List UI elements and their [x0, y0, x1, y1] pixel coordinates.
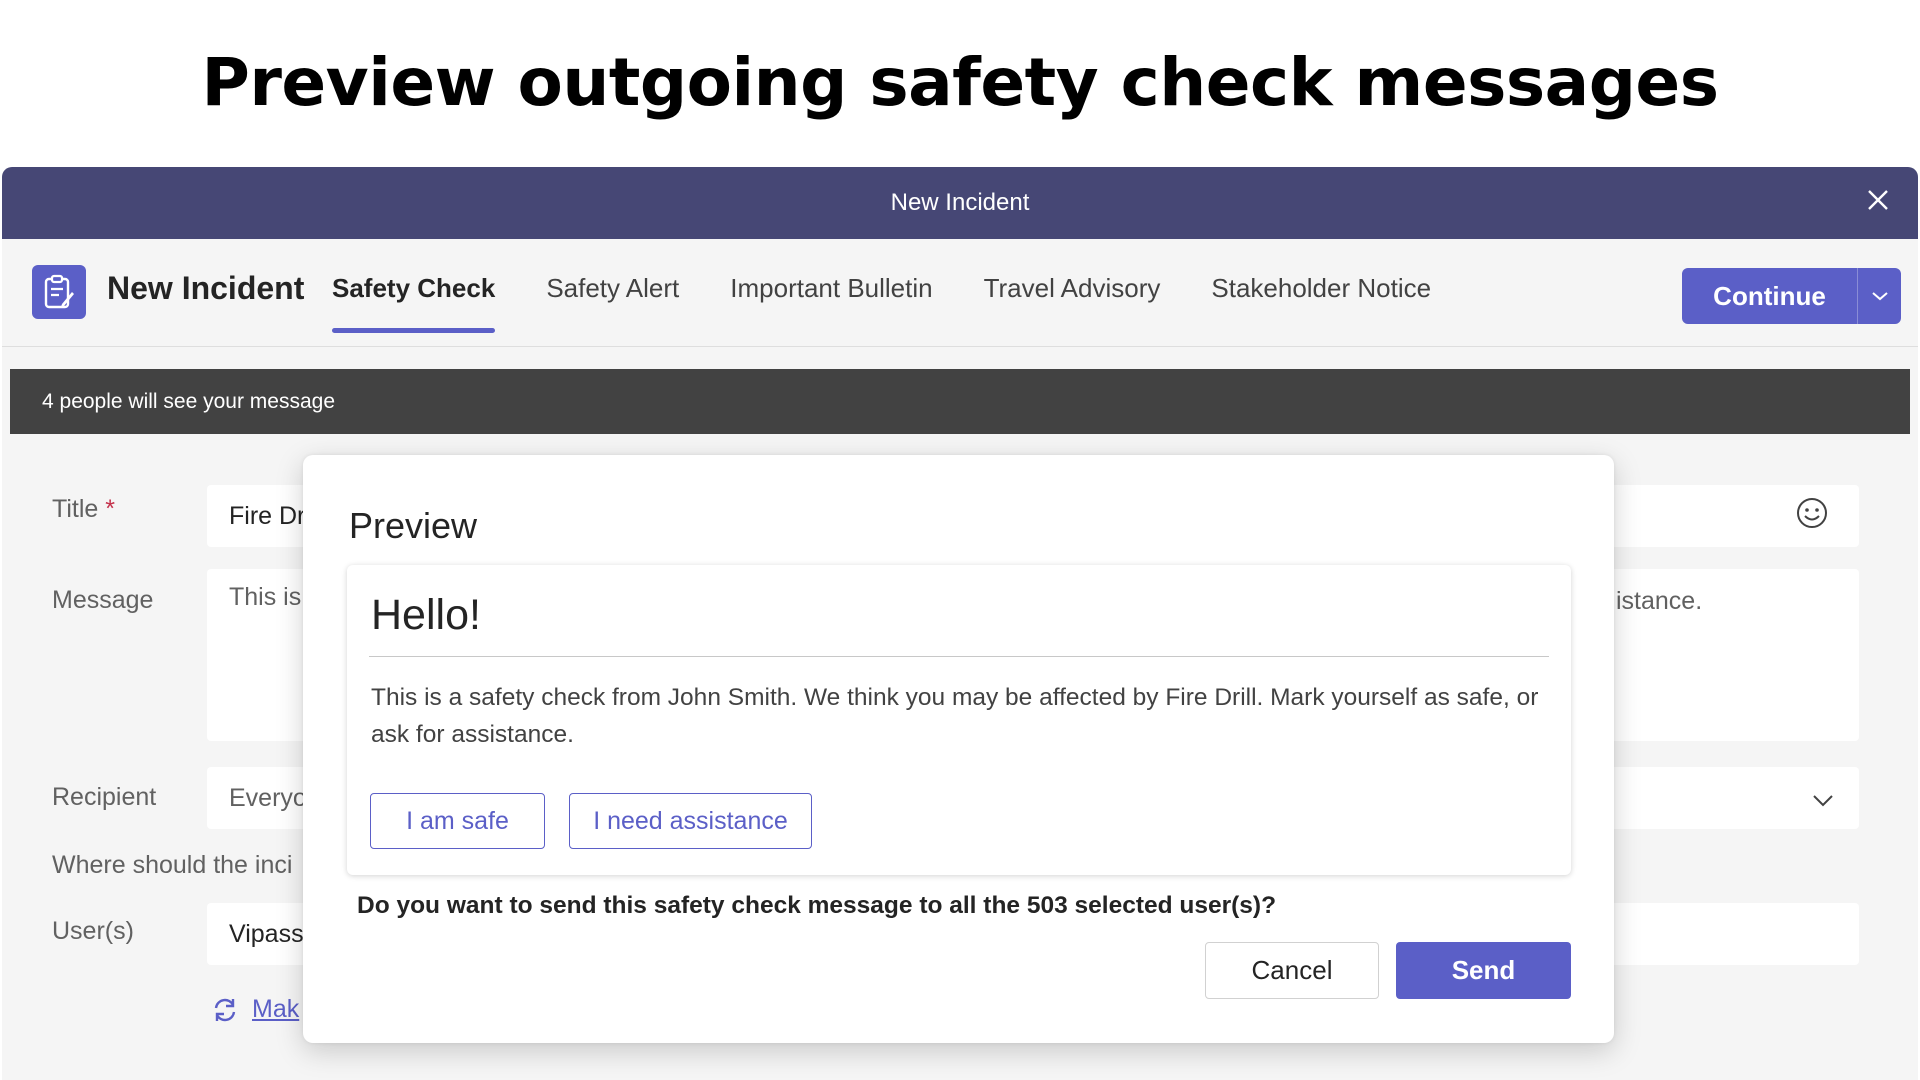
- i-need-assistance-button[interactable]: I need assistance: [569, 793, 812, 849]
- card-body-text: This is a safety check from John Smith. …: [371, 684, 1539, 748]
- continue-dropdown-button[interactable]: [1857, 268, 1901, 324]
- app-name: New Incident: [107, 270, 305, 306]
- slide-title: Preview outgoing safety check messages: [201, 44, 1719, 121]
- tab-safety-check[interactable]: Safety Check: [332, 263, 496, 347]
- title-label-text: Title: [52, 495, 99, 523]
- app-icon: [32, 265, 86, 319]
- card-divider: [369, 656, 1549, 657]
- tab-travel-advisory[interactable]: Travel Advisory: [984, 263, 1161, 347]
- card-heading: Hello!: [371, 591, 481, 639]
- close-icon: [1868, 190, 1888, 210]
- chevron-down-icon: [1871, 292, 1888, 301]
- recipient-label: Recipient: [52, 783, 157, 811]
- cancel-button[interactable]: Cancel: [1205, 942, 1379, 999]
- send-confirmation-question: Do you want to send this safety check me…: [357, 892, 1277, 919]
- emoji-button[interactable]: [1795, 496, 1829, 530]
- continue-split-button: Continue: [1682, 268, 1901, 324]
- title-label: Title *: [52, 495, 115, 524]
- incident-location-label: Where should the inci: [52, 851, 293, 879]
- i-am-safe-button[interactable]: I am safe: [370, 793, 545, 849]
- chevron-down-icon: [1813, 795, 1833, 807]
- preview-dialog-title: Preview: [349, 505, 478, 546]
- required-mark: *: [105, 495, 115, 523]
- window-title: New Incident: [890, 189, 1030, 216]
- preview-dialog: Preview Hello! This is a safety check fr…: [303, 455, 1614, 1043]
- send-button[interactable]: Send: [1396, 942, 1571, 999]
- title-input-value: Fire Dr: [229, 502, 306, 530]
- recipient-select-value: Everyo: [229, 784, 307, 812]
- emoji-icon: [1797, 498, 1827, 528]
- clipboard-icon: [44, 274, 74, 309]
- audience-notice-bar: 4 people will see your message: [10, 369, 1910, 434]
- close-button[interactable]: [1862, 187, 1894, 219]
- refresh-icon: [214, 998, 236, 1021]
- users-label: User(s): [52, 917, 134, 945]
- make-link-text: Mak: [252, 995, 300, 1023]
- tab-stakeholder-notice[interactable]: Stakeholder Notice: [1211, 263, 1431, 347]
- tab-safety-alert[interactable]: Safety Alert: [546, 263, 679, 347]
- message-input-value-tail: istance.: [1616, 587, 1703, 615]
- recipient-dropdown-button[interactable]: [1810, 787, 1836, 813]
- audience-notice-text: 4 people will see your message: [42, 389, 335, 413]
- message-preview-card: Hello! This is a safety check from John …: [347, 565, 1571, 875]
- tab-bar: Safety Check Safety Alert Important Bull…: [332, 263, 1482, 347]
- make-link[interactable]: Mak: [210, 995, 299, 1024]
- tab-important-bulletin[interactable]: Important Bulletin: [730, 263, 932, 347]
- window-titlebar: New Incident: [2, 167, 1918, 239]
- continue-button[interactable]: Continue: [1682, 268, 1857, 324]
- message-label: Message: [52, 586, 154, 614]
